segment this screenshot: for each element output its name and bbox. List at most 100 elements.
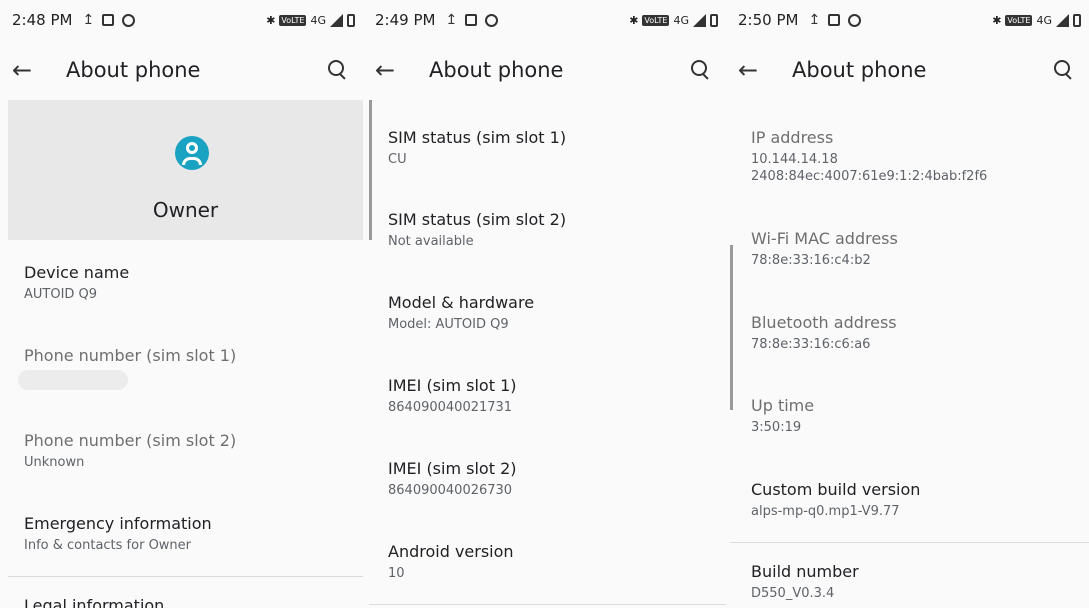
setting-value: alps-mp-q0.mp1-V9.77 [751, 504, 900, 519]
status-right-icons: ✱ VoLTE 4G [992, 13, 1081, 27]
app-notification-icon [828, 14, 841, 26]
status-right-icons: ✱ VoLTE 4G [266, 13, 355, 27]
setting-imei-slot2[interactable]: IMEI (sim slot 2) 864090040026730 [388, 459, 716, 499]
setting-value: 10 [388, 566, 405, 581]
battery-icon [710, 13, 718, 27]
status-right-icons: ✱ VoLTE 4G [629, 13, 718, 27]
divider [369, 604, 726, 605]
volte-badge: VoLTE [1005, 14, 1033, 26]
redacted-value [18, 370, 128, 390]
volte-badge: VoLTE [279, 14, 307, 26]
setting-phone-number-sim1: Phone number (sim slot 1) [24, 346, 353, 366]
upload-icon: ↥ [808, 12, 821, 28]
setting-emergency-information[interactable]: Emergency information Info & contacts fo… [24, 514, 353, 554]
setting-label: Phone number (sim slot 1) [24, 346, 237, 365]
setting-android-version[interactable]: Android version 10 [388, 542, 716, 582]
setting-label: Custom build version [751, 480, 921, 499]
status-time: 2:49 PM [375, 11, 436, 29]
setting-value: 3:50:19 [751, 420, 802, 435]
divider [730, 542, 1089, 543]
page-title: About phone [429, 58, 564, 82]
status-bar: 2:49 PM ↥ ✱ VoLTE 4G [363, 0, 726, 40]
setting-label: Build number [751, 562, 859, 581]
setting-label: IMEI (sim slot 1) [388, 376, 517, 395]
screenshot-collage: 2:48 PM ↥ ✱ VoLTE 4G ← About phone Owner… [0, 0, 1089, 608]
setting-label: IP address [751, 128, 834, 147]
app-notification-icon [102, 14, 115, 26]
setting-ip-address: IP address 10.144.14.18 2408:84ec:4007:6… [751, 128, 1079, 185]
setting-sim-status-slot1[interactable]: SIM status (sim slot 1) CU [388, 128, 716, 168]
owner-name: Owner [152, 198, 219, 222]
setting-legal-information[interactable]: Legal information [24, 596, 353, 608]
setting-value: Model: AUTOID Q9 [388, 317, 509, 332]
setting-label: IMEI (sim slot 2) [388, 459, 517, 478]
signal-icon [330, 13, 343, 27]
phone-screen-2: 2:49 PM ↥ ✱ VoLTE 4G ← About phone SIM s… [363, 0, 726, 608]
scrollbar[interactable] [730, 245, 733, 410]
setting-value: 78:8e:33:16:c4:b2 [751, 253, 871, 268]
setting-label: SIM status (sim slot 2) [388, 210, 567, 229]
page-title: About phone [66, 58, 201, 82]
setting-value: 10.144.14.18 2408:84ec:4007:61e9:1:2:4ba… [751, 152, 988, 184]
network-type: 4G [310, 13, 326, 27]
setting-value: D550_V0.3.4 [751, 586, 835, 601]
owner-header-card[interactable]: Owner [8, 100, 363, 240]
page-title: About phone [792, 58, 927, 82]
app-bar: ← About phone [0, 40, 363, 100]
network-type: 4G [1036, 13, 1052, 27]
app-bar: ← About phone [363, 40, 726, 100]
sync-icon [122, 13, 136, 27]
signal-icon [1056, 13, 1069, 27]
setting-value: 78:8e:33:16:c6:a6 [751, 337, 871, 352]
status-time: 2:50 PM [738, 11, 799, 29]
setting-device-name[interactable]: Device name AUTOID Q9 [24, 263, 353, 303]
setting-value: Info & contacts for Owner [24, 538, 192, 553]
setting-label: Emergency information [24, 514, 212, 533]
setting-label: Bluetooth address [751, 313, 897, 332]
divider [8, 576, 363, 577]
setting-value: CU [388, 152, 407, 167]
search-icon[interactable] [1049, 56, 1077, 84]
signal-icon [693, 13, 706, 27]
back-arrow-icon[interactable]: ← [12, 56, 52, 84]
setting-build-number[interactable]: Build number D550_V0.3.4 [751, 562, 1079, 602]
search-icon[interactable] [686, 56, 714, 84]
scrollbar[interactable] [369, 100, 372, 240]
back-arrow-icon[interactable]: ← [738, 56, 778, 84]
phone-screen-3: 2:50 PM ↥ ✱ VoLTE 4G ← About phone IP ad… [726, 0, 1089, 608]
volte-badge: VoLTE [642, 14, 670, 26]
avatar-icon [175, 136, 209, 170]
upload-icon: ↥ [445, 12, 458, 28]
setting-label: Android version [388, 542, 514, 561]
setting-bluetooth-address: Bluetooth address 78:8e:33:16:c6:a6 [751, 313, 1079, 353]
sync-icon [485, 13, 499, 27]
setting-value: 864090040026730 [388, 483, 513, 498]
status-bar: 2:48 PM ↥ ✱ VoLTE 4G [0, 0, 363, 40]
setting-up-time: Up time 3:50:19 [751, 396, 1079, 436]
app-notification-icon [465, 14, 478, 26]
setting-custom-build-version[interactable]: Custom build version alps-mp-q0.mp1-V9.7… [751, 480, 1079, 520]
setting-imei-slot1[interactable]: IMEI (sim slot 1) 864090040021731 [388, 376, 716, 416]
setting-model-hardware[interactable]: Model & hardware Model: AUTOID Q9 [388, 293, 716, 333]
setting-value: 864090040021731 [388, 400, 513, 415]
setting-label: Up time [751, 396, 815, 415]
back-arrow-icon[interactable]: ← [375, 56, 415, 84]
setting-wifi-mac-address: Wi-Fi MAC address 78:8e:33:16:c4:b2 [751, 229, 1079, 269]
status-bar: 2:50 PM ↥ ✱ VoLTE 4G [726, 0, 1089, 40]
phone-screen-1: 2:48 PM ↥ ✱ VoLTE 4G ← About phone Owner… [0, 0, 363, 608]
bluetooth-icon: ✱ [992, 13, 1002, 27]
setting-value: Not available [388, 234, 474, 249]
setting-value: Unknown [24, 455, 85, 470]
setting-phone-number-sim2: Phone number (sim slot 2) Unknown [24, 431, 353, 471]
battery-icon [1073, 13, 1081, 27]
bluetooth-icon: ✱ [629, 13, 639, 27]
setting-label: Legal information [24, 596, 165, 608]
app-bar: ← About phone [726, 40, 1089, 100]
upload-icon: ↥ [82, 12, 95, 28]
setting-label: Model & hardware [388, 293, 535, 312]
setting-sim-status-slot2[interactable]: SIM status (sim slot 2) Not available [388, 210, 716, 250]
setting-label: Wi-Fi MAC address [751, 229, 898, 248]
sync-icon [848, 13, 862, 27]
search-icon[interactable] [323, 56, 351, 84]
setting-label: Phone number (sim slot 2) [24, 431, 237, 450]
